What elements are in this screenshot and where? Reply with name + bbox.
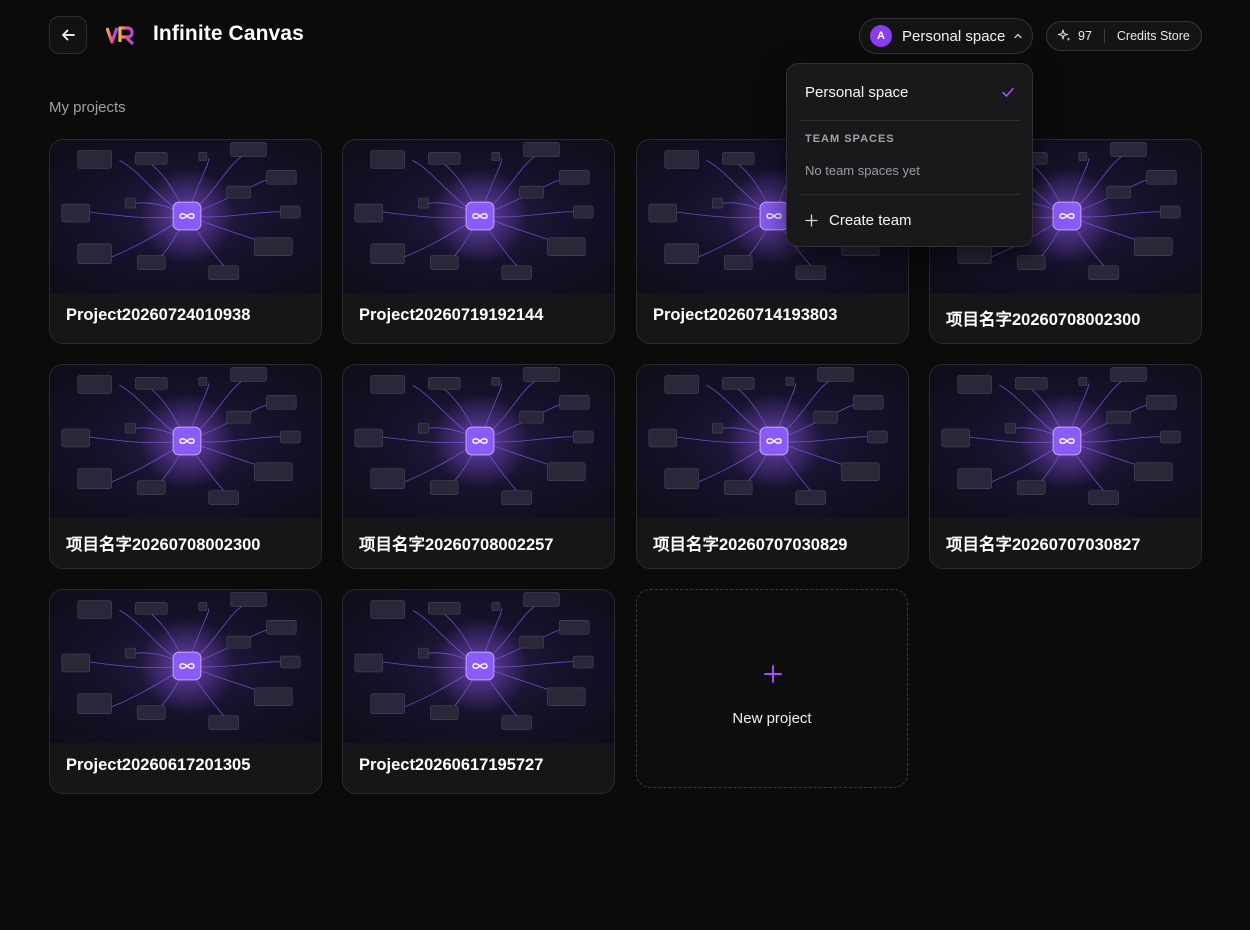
project-title: 项目名字20260708002257: [359, 536, 554, 554]
project-thumbnail: [637, 365, 908, 518]
create-team-button[interactable]: Create team: [805, 212, 912, 229]
sparkle-icon: [1058, 29, 1071, 42]
project-title: 项目名字20260708002300: [66, 536, 261, 554]
project-thumbnail: [61, 367, 301, 505]
divider: [1103, 29, 1105, 43]
page-title: Infinite Canvas: [153, 22, 304, 45]
space-dropdown-menu: Personal space TEAM SPACES No team space…: [786, 63, 1033, 247]
avatar: A: [870, 25, 892, 47]
project-thumbnail: [343, 140, 614, 293]
project-thumbnail: [354, 592, 594, 730]
project-card[interactable]: Project20260617201305: [49, 589, 322, 794]
project-title: 项目名字20260707030827: [946, 536, 1141, 554]
no-team-spaces-text: No team spaces yet: [805, 163, 920, 178]
project-thumbnail: [61, 142, 301, 280]
project-title: Project20260714193803: [653, 306, 838, 324]
space-switcher-button[interactable]: A Personal space: [859, 18, 1033, 54]
plus-icon: [764, 665, 782, 683]
divider: [799, 120, 1020, 121]
credit-count: 97: [1078, 29, 1092, 43]
project-card[interactable]: Project20260719192144: [342, 139, 615, 344]
project-title: Project20260617201305: [66, 756, 251, 774]
project-thumbnail: [930, 365, 1201, 518]
arrow-left-icon: [62, 29, 75, 41]
project-thumbnail: [61, 592, 301, 730]
project-thumbnail: [343, 590, 614, 743]
project-thumbnail: [354, 367, 594, 505]
project-thumbnail: [648, 367, 888, 505]
chevron-up-icon: [1014, 33, 1023, 39]
project-title: Project20260617195727: [359, 756, 544, 774]
credits-store-link[interactable]: Credits Store: [1117, 29, 1190, 43]
check-icon: [1002, 87, 1014, 97]
new-project-label: New project: [732, 710, 812, 727]
vr-logo: [106, 26, 135, 46]
back-button[interactable]: [49, 16, 87, 54]
project-card[interactable]: 项目名字20260707030827: [929, 364, 1202, 569]
section-title: My projects: [49, 99, 126, 116]
space-label: Personal space: [902, 27, 1006, 45]
project-thumbnail: [941, 367, 1181, 505]
project-thumbnail: [343, 365, 614, 518]
project-thumbnail: [50, 590, 321, 743]
project-thumbnail: [50, 365, 321, 518]
plus-icon: [805, 214, 818, 227]
project-card[interactable]: 项目名字20260708002300: [49, 364, 322, 569]
new-project-card[interactable]: New project: [636, 589, 908, 788]
project-title: Project20260719192144: [359, 306, 544, 324]
project-title: 项目名字20260708002300: [946, 311, 1141, 329]
project-title: 项目名字20260707030829: [653, 536, 848, 554]
project-card[interactable]: 项目名字20260707030829: [636, 364, 909, 569]
project-thumbnail: [50, 140, 321, 293]
project-thumbnail: [354, 142, 594, 280]
project-title: Project20260724010938: [66, 306, 251, 324]
project-card[interactable]: Project20260617195727: [342, 589, 615, 794]
project-card[interactable]: Project20260724010938: [49, 139, 322, 344]
menu-item-personal-space[interactable]: Personal space: [805, 84, 908, 101]
project-card[interactable]: 项目名字20260708002257: [342, 364, 615, 569]
credits-pill[interactable]: 97 Credits Store: [1046, 21, 1202, 51]
team-spaces-heading: TEAM SPACES: [805, 133, 895, 145]
create-team-label: Create team: [829, 212, 912, 229]
divider: [799, 194, 1020, 195]
